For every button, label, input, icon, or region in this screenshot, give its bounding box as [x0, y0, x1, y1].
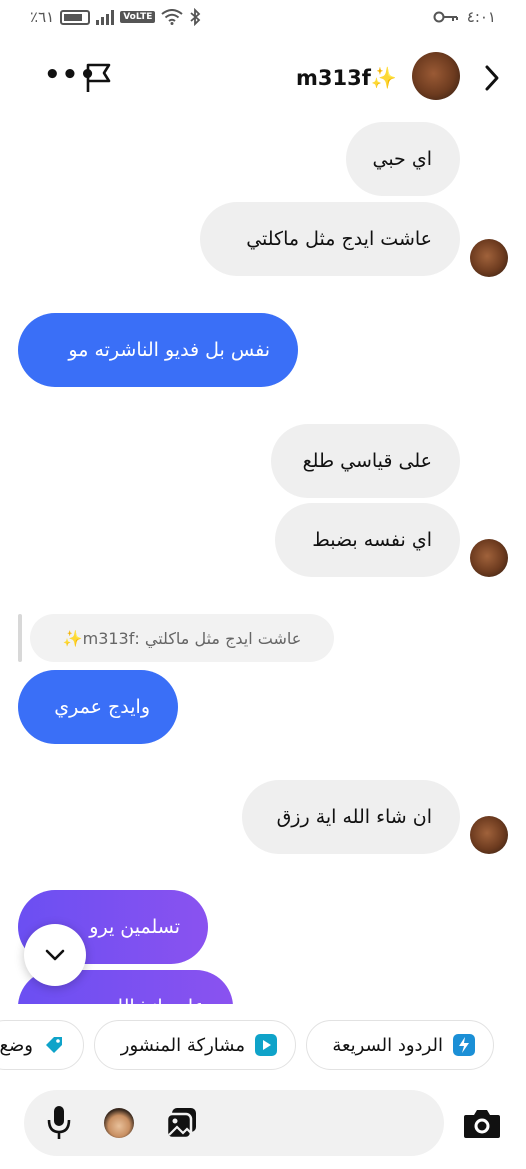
message-incoming[interactable]: عاشت ايدج مثل ماكلتي — [200, 202, 460, 276]
microphone-icon[interactable] — [46, 1104, 72, 1142]
chat-header: ••• m313f✨ — [0, 40, 526, 115]
message-composer[interactable] — [24, 1090, 444, 1156]
status-left: ٪٦١ VoLTE — [30, 8, 201, 26]
play-icon — [255, 1034, 277, 1056]
status-bar: ٪٦١ VoLTE ٤:٠١ — [0, 0, 526, 34]
chip-label: وضع — [0, 1034, 33, 1056]
message-incoming[interactable]: اي نفسه بضبط — [275, 503, 460, 577]
scroll-down-button[interactable] — [24, 924, 86, 986]
share-post-chip[interactable]: مشاركة المنشور — [94, 1020, 296, 1070]
sender-avatar[interactable] — [470, 816, 508, 854]
tag-chip[interactable]: وضع — [0, 1020, 84, 1070]
message-outgoing[interactable]: نفس بل فديو الناشرته مو — [18, 313, 298, 387]
reply-quote[interactable]: عاشت ايدج مثل ماكلتي :m313f✨ — [30, 614, 334, 662]
status-right: ٤:٠١ — [433, 8, 496, 26]
battery-percent: ٪٦١ — [30, 8, 55, 26]
chip-label: مشاركة المنشور — [120, 1034, 245, 1056]
message-incoming[interactable]: على قياسي طلع — [271, 424, 460, 498]
message-incoming[interactable]: ان شاء الله اية رزق — [242, 780, 460, 854]
tag-icon — [43, 1034, 65, 1056]
key-icon — [433, 11, 458, 23]
sticker-face-icon[interactable] — [104, 1108, 134, 1138]
sender-avatar[interactable] — [470, 539, 508, 577]
status-time: ٤:٠١ — [466, 8, 496, 26]
flag-icon[interactable] — [84, 62, 114, 94]
bluetooth-icon — [190, 8, 201, 26]
wifi-icon — [161, 9, 184, 25]
signal-icon — [96, 9, 115, 25]
gallery-icon[interactable] — [164, 1106, 200, 1140]
message-outgoing[interactable]: وايدج عمري — [18, 670, 178, 744]
chip-label: الردود السريعة — [332, 1034, 443, 1056]
camera-icon[interactable] — [462, 1106, 502, 1140]
back-chevron-icon[interactable] — [482, 64, 502, 92]
chat-avatar[interactable] — [412, 52, 460, 100]
sender-avatar[interactable] — [470, 239, 508, 277]
quick-actions-bar: الردود السريعة مشاركة المنشور وضع — [0, 1020, 526, 1072]
chevron-down-icon — [45, 949, 65, 961]
message-incoming[interactable]: اي حبي — [346, 122, 460, 196]
battery-icon — [60, 9, 91, 25]
lightning-icon — [453, 1034, 475, 1056]
quick-replies-chip[interactable]: الردود السريعة — [306, 1020, 494, 1070]
chat-username[interactable]: m313f✨ — [296, 66, 397, 91]
volte-badge: VoLTE — [120, 11, 156, 23]
reply-quote-bar — [18, 614, 22, 662]
